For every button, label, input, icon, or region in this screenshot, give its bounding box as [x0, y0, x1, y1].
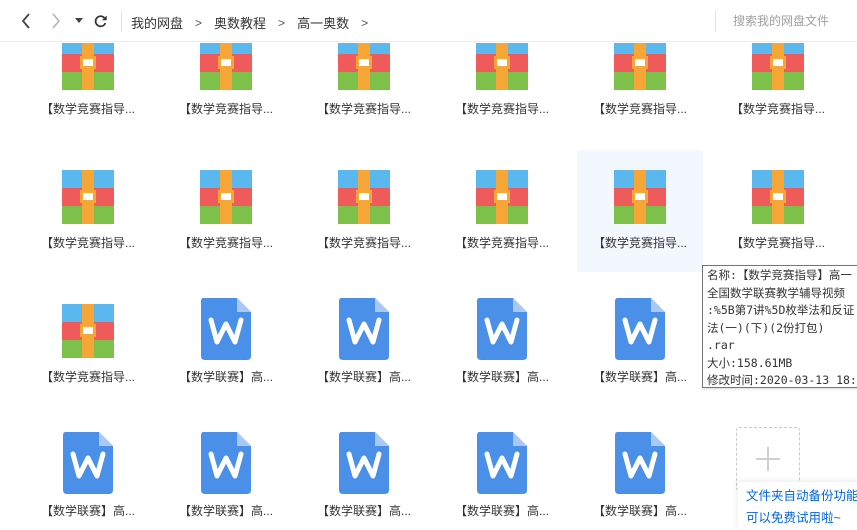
word-file-item[interactable]: 【数学联赛】高... [439, 284, 565, 406]
word-document-icon [201, 432, 251, 494]
word-document-icon [339, 298, 389, 360]
word-file-item[interactable]: 【数学联赛】高... [163, 284, 289, 406]
word-document-icon [477, 432, 527, 494]
rar-file-item[interactable]: 【数学竞赛指导... [715, 150, 841, 272]
rar-archive-icon [614, 170, 666, 224]
file-name: 【数学联赛】高... [316, 504, 411, 518]
rar-archive-icon [752, 43, 804, 90]
word-document-icon [339, 432, 389, 494]
toolbar-divider [121, 10, 122, 32]
rar-archive-icon [62, 304, 114, 358]
rar-archive-icon [614, 43, 666, 90]
file-name: 【数学竞赛指导... [40, 102, 135, 116]
file-name: 【数学竞赛指导... [316, 102, 411, 116]
file-name: 【数学竞赛指导... [592, 236, 687, 250]
rar-file-item[interactable]: 【数学竞赛指导... [577, 43, 703, 138]
word-file-item[interactable]: 【数学联赛】高... [301, 284, 427, 406]
file-name: 【数学联赛】高... [454, 370, 549, 384]
refresh-button[interactable] [91, 11, 109, 31]
rar-file-item[interactable]: 【数学竞赛指导... [577, 150, 703, 272]
file-name: 【数学竞赛指导... [40, 236, 135, 250]
breadcrumb-separator: > [278, 15, 286, 30]
toolbar: 我的网盘 > 奥数教程 > 高一奥数 > [0, 0, 857, 42]
word-file-item[interactable]: 【数学联赛】高... [577, 418, 703, 530]
word-document-icon [63, 432, 113, 494]
word-document-icon [615, 298, 665, 360]
tooltip-line: 名称:【数学竞赛指导】高一 [707, 268, 852, 282]
rar-archive-icon [200, 170, 252, 224]
file-name: 【数学联赛】高... [40, 504, 135, 518]
backup-promo-line: 文件夹自动备份功能 [746, 489, 857, 503]
breadcrumb-item-root[interactable]: 我的网盘 [131, 13, 183, 32]
rar-archive-icon [62, 170, 114, 224]
word-file-item[interactable]: 【数学联赛】高... [577, 284, 703, 406]
tooltip-line: 大小:158.61MB [707, 355, 793, 370]
rar-file-item[interactable]: 【数学竞赛指导... [439, 43, 565, 138]
file-name: 【数学竞赛指导... [454, 236, 549, 250]
file-name: 【数学竞赛指导... [178, 102, 273, 116]
rar-file-item[interactable]: 【数学竞赛指导... [163, 150, 289, 272]
chevron-right-icon [52, 13, 61, 29]
file-tooltip: 名称:【数学竞赛指导】高一 全国数学联赛教学辅导视频 :%5B第7讲%5D枚举法… [702, 265, 857, 388]
caret-down-icon [75, 18, 83, 23]
rar-file-item[interactable]: 【数学竞赛指导... [439, 150, 565, 272]
rar-file-item[interactable]: 【数学竞赛指导... [163, 43, 289, 138]
tooltip-line: .rar [707, 338, 735, 352]
forward-button[interactable] [48, 11, 64, 31]
file-name: 【数学竞赛指导... [40, 370, 135, 384]
rar-file-item[interactable]: 【数学竞赛指导... [25, 150, 151, 272]
rar-file-item[interactable]: 【数学竞赛指导... [301, 150, 427, 272]
rar-archive-icon [752, 170, 804, 224]
file-name: 【数学竞赛指导... [592, 102, 687, 116]
tooltip-line: 法(一)(下)(2份打包) [707, 320, 825, 335]
rar-archive-icon [338, 43, 390, 90]
rar-file-item[interactable]: 【数学竞赛指导... [301, 43, 427, 138]
tooltip-line: 全国数学联赛教学辅导视频 [707, 285, 845, 300]
tooltip-line: 修改时间:2020-03-13 18:18 [707, 373, 857, 387]
rar-file-item[interactable]: 【数学竞赛指导... [25, 43, 151, 138]
file-name: 【数学竞赛指导... [454, 102, 549, 116]
rar-file-item[interactable]: 【数学竞赛指导... [715, 43, 841, 138]
word-file-item[interactable]: 【数学联赛】高... [301, 418, 427, 530]
back-button[interactable] [18, 11, 34, 31]
file-name: 【数学联赛】高... [592, 504, 687, 518]
refresh-icon [94, 14, 107, 27]
file-name: 【数学竞赛指导... [730, 102, 825, 116]
file-name: 【数学联赛】高... [178, 504, 273, 518]
breadcrumb-separator: > [195, 15, 203, 30]
word-file-item[interactable]: 【数学联赛】高... [163, 418, 289, 530]
word-file-item[interactable]: 【数学联赛】高... [439, 418, 565, 530]
rar-file-item[interactable]: 【数学竞赛指导... [25, 284, 151, 406]
file-name: 【数学竞赛指导... [316, 236, 411, 250]
rar-archive-icon [338, 170, 390, 224]
word-document-icon [477, 298, 527, 360]
tooltip-line: :%5B第7讲%5D枚举法和反证 [707, 303, 855, 317]
word-file-item[interactable]: 【数学联赛】高... [25, 418, 151, 530]
file-name: 【数学联赛】高... [454, 504, 549, 518]
breadcrumb-separator: > [361, 15, 369, 30]
rar-archive-icon [476, 43, 528, 90]
search-divider [715, 10, 716, 32]
file-name: 【数学联赛】高... [178, 370, 273, 384]
plus-icon [756, 447, 780, 471]
file-name: 【数学联赛】高... [316, 370, 411, 384]
breadcrumb: 我的网盘 > 奥数教程 > 高一奥数 > [131, 13, 380, 32]
file-name: 【数学联赛】高... [592, 370, 687, 384]
rar-archive-icon [200, 43, 252, 90]
breadcrumb-item-current[interactable]: 高一奥数 [297, 13, 349, 32]
word-document-icon [615, 432, 665, 494]
word-document-icon [201, 298, 251, 360]
breadcrumb-item-folder[interactable]: 奥数教程 [214, 13, 266, 32]
rar-archive-icon [476, 170, 528, 224]
file-name: 【数学竞赛指导... [178, 236, 273, 250]
history-dropdown[interactable] [73, 11, 85, 31]
chevron-left-icon [21, 13, 30, 29]
search-input[interactable] [725, 10, 853, 32]
rar-archive-icon [62, 43, 114, 90]
backup-promo-banner[interactable]: 文件夹自动备份功能 可以免费试用啦~ [738, 482, 857, 530]
file-name: 【数学竞赛指导... [730, 236, 825, 250]
backup-promo-line: 可以免费试用啦~ [746, 511, 841, 525]
